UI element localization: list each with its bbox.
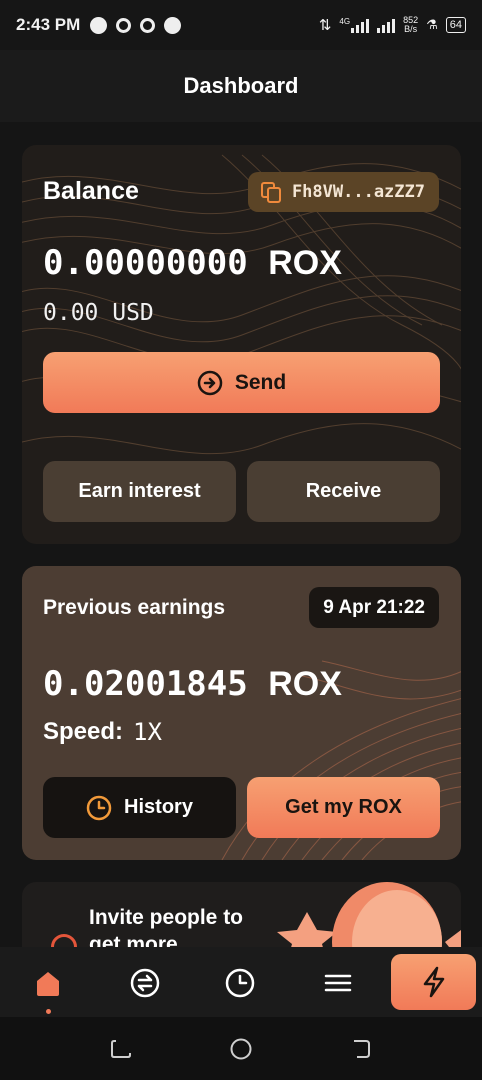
receive-label: Receive bbox=[305, 480, 382, 502]
balance-usd: 0.00 USD bbox=[43, 300, 154, 326]
page-title: Dashboard bbox=[183, 73, 299, 98]
home-icon bbox=[37, 972, 59, 996]
lightning-bolt-icon bbox=[423, 966, 444, 998]
history-button[interactable]: History bbox=[43, 777, 236, 838]
net-speed-unit: B/s bbox=[404, 24, 418, 34]
earnings-unit: ROX bbox=[268, 665, 342, 703]
chat-notification-icon bbox=[90, 16, 108, 34]
earn-interest-button[interactable]: Earn interest bbox=[43, 461, 236, 522]
signal-4g: 4G bbox=[339, 17, 370, 33]
balance-value: 0.00000000 bbox=[43, 243, 248, 283]
recents-icon[interactable] bbox=[109, 1037, 133, 1061]
get-my-rox-label: Get my ROX bbox=[285, 796, 402, 818]
exchange-icon bbox=[130, 968, 160, 998]
speed-value: 1X bbox=[133, 718, 162, 746]
wallet-address-chip[interactable]: Fh8VW...azZZ7 bbox=[247, 172, 439, 212]
message-notification-icon bbox=[164, 16, 182, 34]
back-icon[interactable] bbox=[349, 1037, 373, 1061]
nav-boost[interactable] bbox=[391, 954, 476, 1010]
balance-unit: ROX bbox=[268, 244, 342, 282]
earnings-date: 9 Apr 21:22 bbox=[309, 587, 439, 628]
previous-earnings-label: Previous earnings bbox=[43, 596, 226, 619]
nav-history[interactable] bbox=[214, 957, 266, 1009]
flask-icon: ⚗ bbox=[426, 17, 438, 32]
send-button[interactable]: Send bbox=[43, 352, 440, 413]
network-type: 4G bbox=[339, 17, 351, 26]
net-speed: 852 B/s bbox=[403, 16, 418, 34]
notification-icons bbox=[90, 16, 182, 34]
get-my-rox-button[interactable]: Get my ROX bbox=[247, 777, 440, 838]
signal-icon-2 bbox=[377, 17, 396, 33]
clock-icon bbox=[86, 795, 112, 820]
earn-interest-label: Earn interest bbox=[78, 480, 201, 502]
system-nav-bar bbox=[0, 1017, 482, 1080]
status-bar: 2:43 PM ⇅ 4G 852 B/s ⚗ 64 bbox=[0, 0, 482, 50]
history-label: History bbox=[124, 796, 193, 818]
speed-row: Speed: 1X bbox=[43, 718, 162, 746]
nav-menu[interactable] bbox=[312, 957, 364, 1009]
chrome-notification-icon bbox=[140, 17, 156, 33]
active-indicator bbox=[46, 1009, 51, 1014]
copy-icon bbox=[260, 181, 282, 203]
earnings-amount: 0.02001845 ROX bbox=[43, 664, 342, 704]
nav-exchange[interactable] bbox=[119, 957, 171, 1009]
home-circle-icon[interactable] bbox=[229, 1037, 253, 1061]
balance-amount: 0.00000000 ROX bbox=[43, 243, 342, 283]
balance-label: Balance bbox=[43, 177, 139, 205]
receive-button[interactable]: Receive bbox=[247, 461, 440, 522]
sync-notification-icon bbox=[116, 17, 132, 33]
screen: 2:43 PM ⇅ 4G 852 B/s ⚗ 64 Dashboard Bala… bbox=[0, 0, 482, 1080]
data-arrows-icon: ⇅ bbox=[318, 17, 332, 34]
speed-label: Speed: bbox=[43, 718, 124, 745]
send-label: Send bbox=[234, 370, 287, 394]
battery-icon: 64 bbox=[445, 17, 466, 33]
page-header: Dashboard bbox=[0, 50, 482, 122]
menu-icon bbox=[324, 974, 352, 992]
bottom-nav bbox=[0, 947, 482, 1017]
arrow-right-circle-icon bbox=[197, 370, 223, 395]
status-right: ⇅ 4G 852 B/s ⚗ 64 bbox=[319, 16, 466, 34]
earnings-value: 0.02001845 bbox=[43, 664, 248, 704]
status-time: 2:43 PM bbox=[16, 15, 81, 34]
clock-icon bbox=[225, 968, 255, 998]
balance-card: Balance Fh8VW...azZZ7 0.00000000 ROX 0.0… bbox=[22, 145, 461, 544]
earnings-date-text: 9 Apr 21:22 bbox=[323, 596, 425, 618]
nav-home[interactable] bbox=[22, 957, 74, 1014]
signal-icon bbox=[351, 17, 370, 33]
earnings-card: Previous earnings 9 Apr 21:22 0.02001845… bbox=[22, 566, 461, 860]
wallet-address: Fh8VW...azZZ7 bbox=[291, 182, 425, 202]
